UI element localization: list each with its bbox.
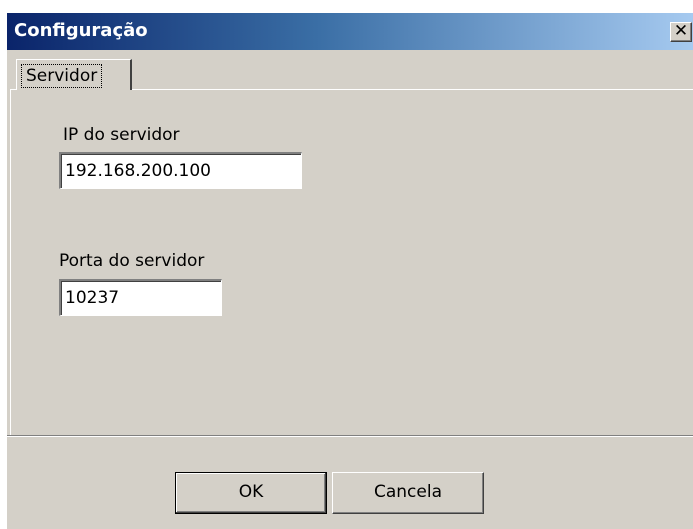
configuration-dialog: Configuração ✕ Servidor IP do servidor 1… bbox=[7, 13, 693, 529]
server-ip-label: IP do servidor bbox=[63, 125, 180, 145]
title-bar[interactable]: Configuração ✕ bbox=[7, 13, 693, 50]
server-port-input[interactable]: 10237 bbox=[59, 279, 222, 316]
server-ip-input[interactable]: 192.168.200.100 bbox=[59, 152, 302, 189]
cancel-button[interactable]: Cancela bbox=[332, 472, 484, 514]
close-icon: ✕ bbox=[673, 21, 689, 41]
button-separator bbox=[7, 435, 693, 437]
tab-servidor-label: Servidor bbox=[21, 64, 103, 88]
close-button[interactable]: ✕ bbox=[670, 22, 692, 42]
ok-button[interactable]: OK bbox=[175, 472, 327, 514]
tab-panel-servidor: IP do servidor 192.168.200.100 Porta do … bbox=[10, 89, 693, 435]
tab-servidor[interactable]: Servidor bbox=[16, 59, 132, 90]
server-port-label: Porta do servidor bbox=[59, 251, 205, 271]
window-title: Configuração bbox=[14, 20, 148, 41]
